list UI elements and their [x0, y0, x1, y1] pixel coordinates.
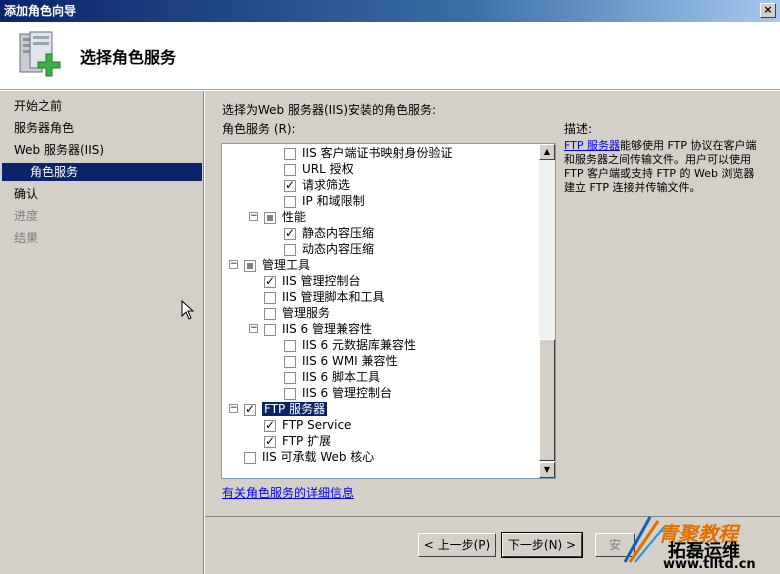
- ftp-server-link[interactable]: FTP 服务器: [564, 139, 620, 152]
- nav-item-role-services[interactable]: 角色服务: [2, 163, 202, 181]
- checkbox[interactable]: [284, 355, 296, 368]
- tree-item[interactable]: IP 和域限制: [284, 193, 365, 209]
- tree-item[interactable]: IIS 客户端证书映射身份验证: [284, 145, 453, 161]
- main-content: 选择为Web 服务器(IIS)安装的角色服务: 角色服务 (R): IIS 客户…: [205, 91, 780, 516]
- checkbox[interactable]: [264, 307, 276, 320]
- tree-item[interactable]: IIS 6 元数据库兼容性: [284, 337, 416, 353]
- checkbox[interactable]: [244, 451, 256, 464]
- scroll-thumb[interactable]: [539, 339, 555, 461]
- tree-item[interactable]: IIS 6 管理兼容性: [264, 321, 372, 337]
- window-titlebar: 添加角色向导 ×: [0, 0, 780, 22]
- checkbox[interactable]: [264, 433, 276, 449]
- checkbox[interactable]: [284, 371, 296, 384]
- tree-item[interactable]: 管理工具: [244, 257, 310, 273]
- checkbox[interactable]: [244, 401, 256, 417]
- page-title: 选择角色服务: [80, 48, 177, 67]
- tree-item[interactable]: 管理服务: [264, 305, 330, 321]
- tree-item[interactable]: IIS 6 管理控制台: [284, 385, 392, 401]
- close-button[interactable]: ×: [760, 3, 776, 18]
- tree-item[interactable]: 动态内容压缩: [284, 241, 374, 257]
- collapse-icon[interactable]: −: [249, 324, 258, 333]
- role-services-tree[interactable]: IIS 客户端证书映射身份验证 URL 授权 请求筛选 IP 和域限制 − 性能…: [221, 143, 556, 479]
- tree-item[interactable]: IIS 可承载 Web 核心: [244, 449, 374, 465]
- checkbox[interactable]: [264, 417, 276, 433]
- checkbox[interactable]: [284, 163, 296, 176]
- checkbox[interactable]: [284, 243, 296, 256]
- nav-item-confirmation[interactable]: 确认: [14, 185, 38, 203]
- checkbox[interactable]: [244, 259, 256, 272]
- description-title: 描述:: [564, 122, 593, 136]
- scroll-down-icon[interactable]: ▼: [539, 462, 555, 478]
- window-title: 添加角色向导: [4, 4, 77, 18]
- tree-item[interactable]: IIS 管理脚本和工具: [264, 289, 385, 305]
- server-add-icon: [19, 31, 61, 77]
- scroll-up-icon[interactable]: ▲: [539, 144, 555, 160]
- watermark-logo: 青聚教程 拓磊运维 www.tlltd.cn: [618, 503, 780, 574]
- nav-item-results: 结果: [14, 231, 39, 245]
- checkbox[interactable]: [264, 273, 276, 289]
- checkbox[interactable]: [284, 225, 296, 241]
- checkbox[interactable]: [284, 177, 296, 193]
- tree-item[interactable]: URL 授权: [284, 161, 354, 177]
- tree-item[interactable]: IIS 管理控制台: [264, 273, 361, 289]
- tree-item-ftp-server[interactable]: FTP 服务器: [244, 401, 328, 417]
- nav-item-progress: 进度: [14, 209, 39, 223]
- nav-item-server-roles[interactable]: 服务器角色: [14, 119, 74, 137]
- watermark-line3: www.tlltd.cn: [663, 557, 756, 572]
- tree-item[interactable]: IIS 6 WMI 兼容性: [284, 353, 398, 369]
- tree-item[interactable]: FTP Service: [264, 417, 351, 433]
- mouse-cursor-icon: [181, 300, 195, 320]
- nav-item-before-you-begin[interactable]: 开始之前: [14, 97, 62, 115]
- role-services-label: 角色服务 (R):: [222, 122, 296, 136]
- previous-button[interactable]: < 上一步(P): [418, 533, 496, 557]
- tree-item[interactable]: 性能: [264, 209, 306, 225]
- collapse-icon[interactable]: −: [229, 260, 238, 269]
- more-info-link[interactable]: 有关角色服务的详细信息: [222, 484, 354, 501]
- collapse-icon[interactable]: −: [229, 404, 238, 413]
- checkbox[interactable]: [284, 195, 296, 208]
- wizard-header: 选择角色服务: [0, 22, 780, 90]
- tree-scrollbar[interactable]: ▲ ▼: [539, 144, 555, 478]
- tree-item[interactable]: 静态内容压缩: [284, 225, 374, 241]
- tree-item[interactable]: IIS 6 脚本工具: [284, 369, 380, 385]
- checkbox[interactable]: [264, 211, 276, 224]
- checkbox[interactable]: [284, 147, 296, 160]
- checkbox[interactable]: [284, 387, 296, 400]
- checkbox[interactable]: [284, 339, 296, 352]
- tree-item[interactable]: 请求筛选: [284, 177, 350, 193]
- description-text: FTP 服务器能够使用 FTP 协议在客户端和服务器之间传输文件。用户可以使用 …: [564, 139, 759, 195]
- next-button[interactable]: 下一步(N) >: [501, 532, 583, 558]
- checkbox[interactable]: [264, 291, 276, 304]
- nav-item-web-server[interactable]: Web 服务器(IIS): [14, 141, 104, 159]
- checkbox[interactable]: [264, 323, 276, 336]
- instruction-text: 选择为Web 服务器(IIS)安装的角色服务:: [222, 103, 437, 117]
- collapse-icon[interactable]: −: [249, 212, 258, 221]
- tree-item[interactable]: FTP 扩展: [264, 433, 331, 449]
- wizard-steps-nav: 开始之前 服务器角色 Web 服务器(IIS) 角色服务 确认 进度 结果: [0, 91, 204, 574]
